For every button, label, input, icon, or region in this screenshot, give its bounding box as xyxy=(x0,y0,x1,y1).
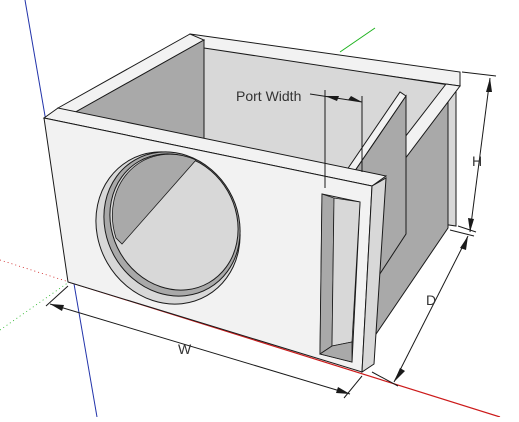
subwoofer-box-diagram: Port Width H D W xyxy=(0,0,519,418)
width-ext-right xyxy=(343,375,363,399)
height-ext-top xyxy=(461,71,497,77)
green-axis xyxy=(339,27,376,53)
port-width-label: Port Width xyxy=(236,88,301,104)
depth-ext-bottom xyxy=(371,371,399,387)
width-label: W xyxy=(178,341,192,357)
width-arrow-left xyxy=(50,304,64,311)
height-label: H xyxy=(472,153,482,169)
width-arrow-right xyxy=(336,387,350,394)
depth-arrow-top xyxy=(460,236,468,250)
red-axis-dotted xyxy=(0,259,70,283)
height-arrow-top xyxy=(486,78,492,92)
height-ext-bottom xyxy=(457,225,477,233)
depth-arrow-bottom xyxy=(394,368,405,382)
height-dimension: H xyxy=(457,71,497,233)
width-ext-left xyxy=(45,285,69,307)
depth-label: D xyxy=(426,292,436,308)
diagram-svg: Port Width H D W xyxy=(0,0,501,418)
